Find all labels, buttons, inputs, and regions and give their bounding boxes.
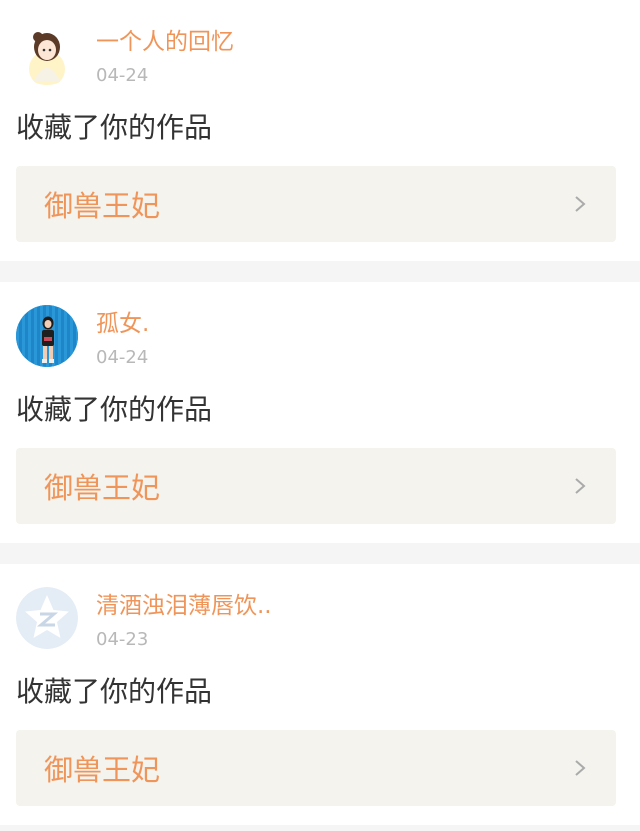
avatar-illustrated-girl-icon bbox=[16, 23, 78, 85]
work-link[interactable]: 御兽王妃 bbox=[16, 448, 616, 524]
card-header: 一个人的回忆 04-24 bbox=[16, 0, 624, 94]
avatar-photo-girl-blue-wall-icon bbox=[16, 305, 78, 367]
timestamp: 04-24 bbox=[96, 65, 149, 86]
username[interactable]: 清酒浊泪薄唇饮.. bbox=[96, 591, 272, 621]
work-title: 御兽王妃 bbox=[44, 189, 161, 223]
chevron-right-icon bbox=[575, 196, 586, 212]
card-divider bbox=[0, 543, 640, 564]
timestamp: 04-23 bbox=[96, 629, 149, 650]
card-header: 清酒浊泪薄唇饮.. 04-23 bbox=[16, 564, 624, 658]
activity-card: 孤女. 04-24 收藏了你的作品 御兽王妃 bbox=[0, 282, 640, 543]
avatar-default-qzone-icon bbox=[16, 587, 78, 649]
action-text: 收藏了你的作品 bbox=[16, 675, 213, 708]
action-text: 收藏了你的作品 bbox=[16, 111, 213, 144]
avatar[interactable] bbox=[16, 23, 78, 85]
user-info: 清酒浊泪薄唇饮.. 04-23 bbox=[96, 587, 272, 651]
user-info: 孤女. 04-24 bbox=[96, 305, 149, 369]
work-link[interactable]: 御兽王妃 bbox=[16, 166, 616, 242]
user-info: 一个人的回忆 04-24 bbox=[96, 23, 234, 87]
card-header: 孤女. 04-24 bbox=[16, 282, 624, 376]
card-divider bbox=[0, 261, 640, 282]
action-text: 收藏了你的作品 bbox=[16, 393, 213, 426]
work-link[interactable]: 御兽王妃 bbox=[16, 730, 616, 806]
card-divider bbox=[0, 825, 640, 831]
activity-card: 清酒浊泪薄唇饮.. 04-23 收藏了你的作品 御兽王妃 bbox=[0, 564, 640, 825]
activity-feed: 一个人的回忆 04-24 收藏了你的作品 御兽王妃 孤女. 04-24 收藏了你… bbox=[0, 0, 640, 831]
chevron-right-icon bbox=[575, 760, 586, 776]
username[interactable]: 一个人的回忆 bbox=[96, 27, 234, 57]
avatar[interactable] bbox=[16, 587, 78, 649]
username[interactable]: 孤女. bbox=[96, 309, 149, 339]
work-title: 御兽王妃 bbox=[44, 753, 161, 787]
activity-card: 一个人的回忆 04-24 收藏了你的作品 御兽王妃 bbox=[0, 0, 640, 261]
avatar[interactable] bbox=[16, 305, 78, 367]
timestamp: 04-24 bbox=[96, 347, 149, 368]
chevron-right-icon bbox=[575, 478, 586, 494]
work-title: 御兽王妃 bbox=[44, 471, 161, 505]
